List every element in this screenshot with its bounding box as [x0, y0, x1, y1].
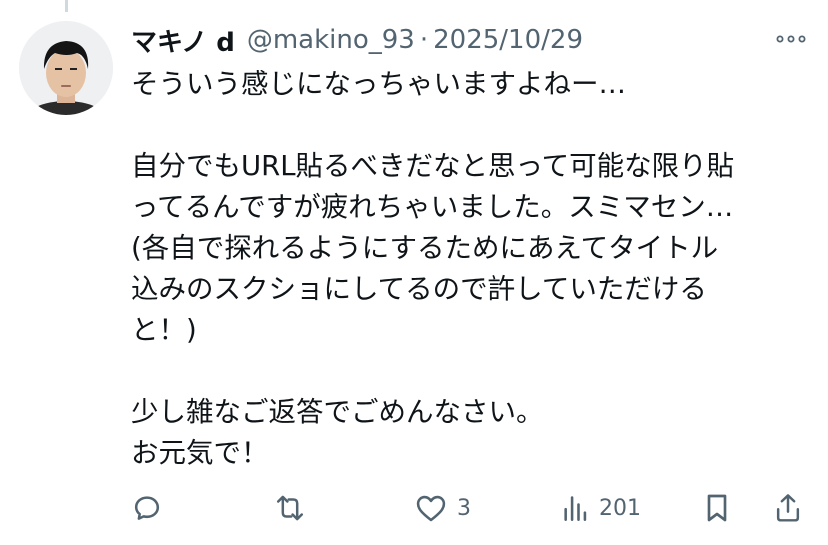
tweet-text-line: 込みのスクショにしてるので許していただける — [131, 273, 707, 305]
avatar-image — [19, 21, 113, 115]
post-date[interactable]: 2025/10/29 — [433, 25, 583, 55]
share-button[interactable] — [773, 488, 803, 528]
action-bar: 3 201 — [131, 488, 808, 528]
view-count: 201 — [599, 495, 641, 521]
tweet-text-line: 少し雑なご返答でごめんなさい。 — [131, 396, 544, 428]
tweet-text-line: そういう感じになっちゃいますよねー… — [131, 68, 626, 100]
retweet-icon — [276, 495, 304, 521]
share-icon — [776, 494, 800, 522]
author-name[interactable]: マキノ d — [131, 22, 235, 59]
tweet-text-line — [131, 351, 811, 392]
tweet-text-line: と！) — [131, 314, 197, 346]
tweet-text: そういう感じになっちゃいますよねー… 自分でもURL貼るべきだなと思って可能な限… — [131, 64, 811, 474]
tweet-header: マキノ d @makino_93 · 2025/10/29 — [131, 20, 768, 60]
heart-icon — [416, 495, 446, 522]
reply-button[interactable] — [131, 488, 163, 528]
tweet-text-line: お元気で！ — [131, 437, 269, 469]
bookmark-icon — [707, 494, 727, 522]
author-handle[interactable]: @makino_93 — [247, 25, 415, 55]
tweet-text-line: (各自で探れるようにするためにあえてタイトル — [131, 232, 719, 264]
more-options-button[interactable] — [776, 24, 806, 54]
avatar[interactable] — [19, 21, 113, 115]
tweet-text-line: 自分でもURL貼るべきだなと思って可能な限り貼 — [131, 150, 735, 182]
tweet-text-line — [131, 105, 811, 146]
retweet-button[interactable] — [273, 488, 307, 528]
bookmark-button[interactable] — [703, 488, 731, 528]
views-bar-icon — [564, 496, 587, 521]
separator-dot: · — [419, 25, 429, 55]
like-button[interactable]: 3 — [415, 488, 471, 528]
reply-icon — [134, 496, 160, 520]
like-count: 3 — [457, 495, 471, 521]
views-button[interactable]: 201 — [561, 488, 641, 528]
thread-connector-line — [65, 0, 68, 12]
more-horizontal-icon — [776, 35, 806, 43]
tweet-text-line: ってるんですが疲れちゃいました。スミマセン… — [131, 191, 734, 223]
